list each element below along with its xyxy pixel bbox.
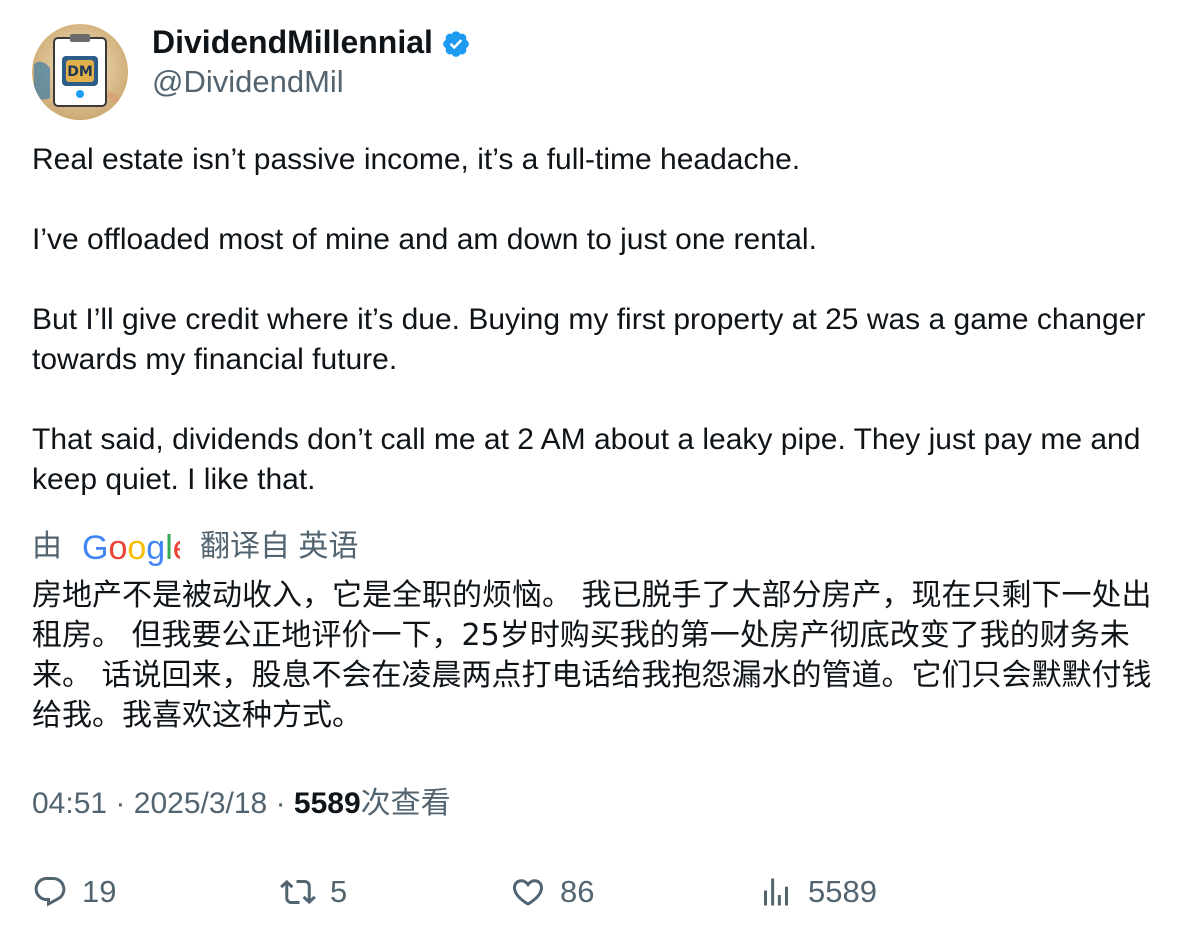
translation-suffix: 翻译自 英语 (200, 530, 359, 563)
verified-badge-icon (443, 31, 469, 57)
tweet-meta: 04:51 · 2025/3/18 · 5589次查看 (32, 784, 451, 824)
tweet-spacer (32, 260, 1172, 300)
reply-icon (34, 877, 66, 907)
tweet-spacer (32, 380, 1172, 420)
svg-text:Google: Google (82, 529, 180, 567)
views-count: 5589 (293, 787, 361, 820)
views-label: 次查看 (360, 787, 451, 820)
like-count: 86 (560, 874, 595, 909)
translation-prefix: 由 (32, 530, 62, 563)
analytics-icon (764, 878, 788, 906)
author-handle[interactable]: @DividendMil (152, 62, 344, 102)
heart-icon (512, 879, 544, 906)
display-name[interactable]: DividendMillennial (152, 22, 471, 62)
meta-separator: · (115, 787, 126, 820)
avatar-image: DM (32, 24, 128, 120)
meta-separator: · (275, 787, 286, 820)
tweet-paragraph: Real estate isn’t passive income, it’s a… (32, 143, 801, 176)
avatar[interactable]: DM (32, 24, 128, 120)
tweet-time[interactable]: 04:51 (32, 787, 107, 820)
reply-button[interactable]: 19 (32, 868, 116, 916)
avatar-monogram: DM (67, 64, 93, 80)
tweet-text: Real estate isn’t passive income, it’s a… (32, 140, 1172, 500)
tweet-paragraph: That said, dividends don’t call me at 2 … (32, 423, 1149, 496)
tweet-date[interactable]: 2025/3/18 (134, 787, 267, 820)
views-button[interactable]: 5589 (758, 868, 877, 916)
like-button[interactable]: 86 (510, 868, 594, 916)
translated-text: 房地产不是被动收入，它是全职的烦恼。 我已脱手了大部分房产，现在只剩下一处出租房… (32, 578, 1152, 733)
tweet-paragraph: I’ve offloaded most of mine and am down … (32, 223, 817, 256)
display-name-text: DividendMillennial (152, 24, 433, 60)
retweet-icon (280, 879, 316, 905)
tweet-paragraph: But I’ll give credit where it’s due. Buy… (32, 303, 1154, 376)
reply-count: 19 (82, 874, 117, 909)
retweet-count: 5 (330, 874, 348, 909)
retweet-button[interactable]: 5 (280, 868, 347, 916)
action-bar: 19 5 86 5589 (32, 868, 1172, 916)
views-action-count: 5589 (808, 874, 877, 909)
translation-attribution[interactable]: 由 Google 翻译自 英语 (32, 527, 358, 567)
google-logo-icon: Google (82, 529, 180, 567)
tweet-spacer (32, 180, 1172, 220)
